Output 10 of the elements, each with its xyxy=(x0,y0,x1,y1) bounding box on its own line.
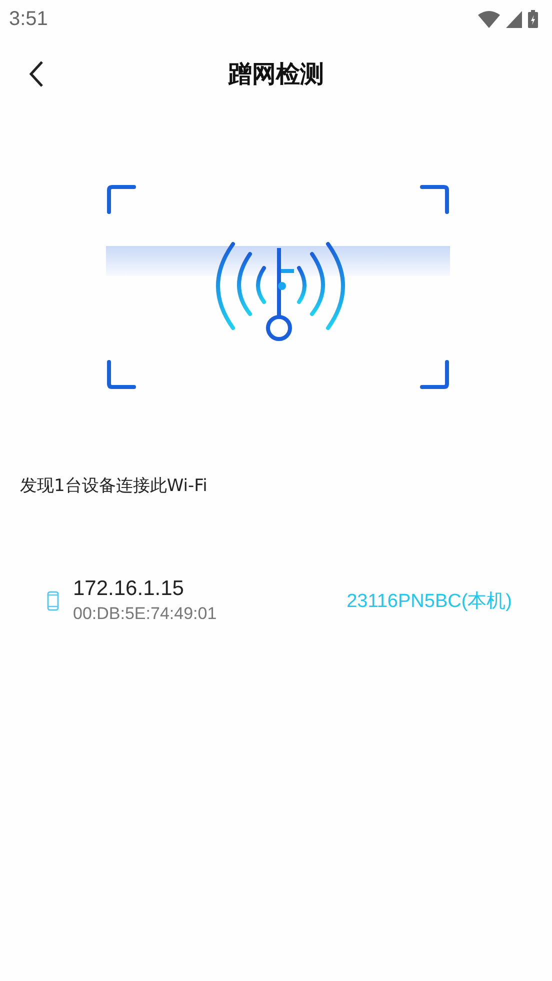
summary-text: 发现1台设备连接此Wi-Fi xyxy=(20,475,208,497)
device-mac: 00:DB:5E:74:49:01 xyxy=(73,604,218,624)
page-title: 蹭网检测 xyxy=(228,59,324,90)
phone-icon xyxy=(47,590,59,610)
cell-signal-icon xyxy=(506,10,522,28)
wifi-signal-icon xyxy=(478,10,500,28)
device-ip: 172.16.1.15 xyxy=(73,577,185,601)
device-name: 23116PN5BC(本机) xyxy=(346,590,512,614)
status-time: 3:51 xyxy=(9,8,48,30)
battery-icon xyxy=(528,10,538,28)
